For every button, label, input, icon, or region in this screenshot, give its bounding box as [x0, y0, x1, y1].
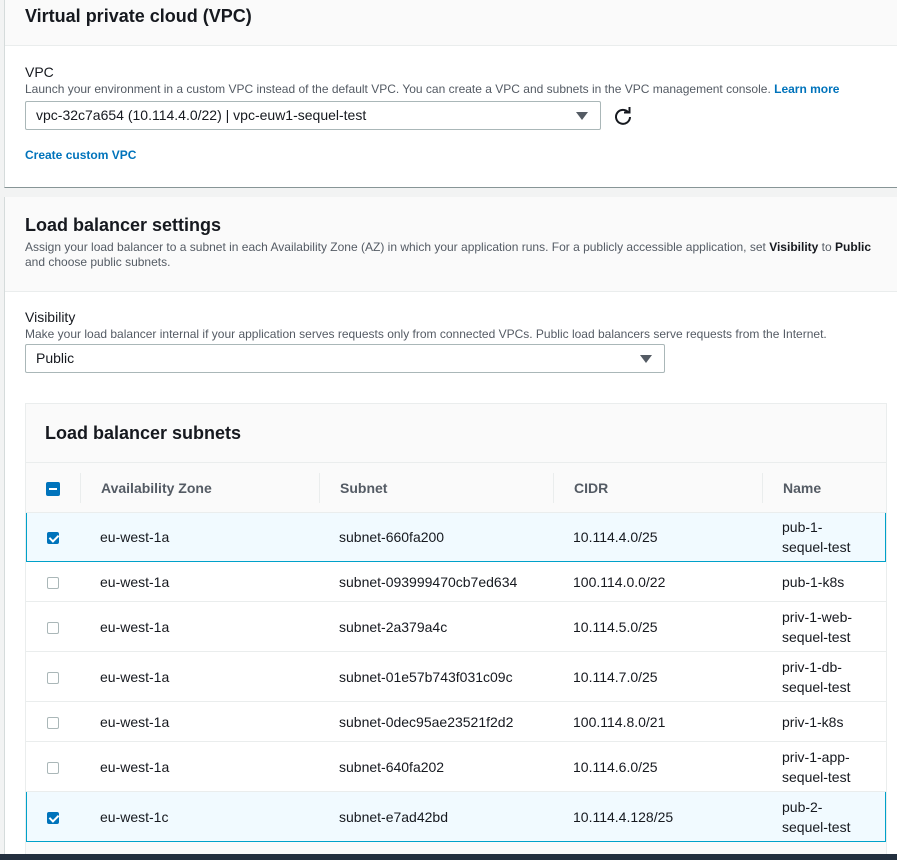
- visibility-label: Visibility: [25, 309, 76, 325]
- column-header-cidr[interactable]: CIDR: [553, 472, 762, 503]
- caret-down-icon: [576, 112, 588, 120]
- learn-more-link[interactable]: Learn more: [774, 82, 839, 96]
- vpc-panel: Virtual private cloud (VPC) VPC Launch y…: [4, 0, 897, 188]
- subnets-table: Availability Zone Subnet CIDR Name eu-we…: [26, 463, 886, 842]
- bottom-bar: [0, 854, 897, 860]
- cell-cidr: 100.114.0.0/22: [553, 561, 762, 602]
- load-balancer-header: Load balancer settings Assign your load …: [5, 197, 897, 292]
- table-row[interactable]: eu-west-1a subnet-660fa200 10.114.4.0/25 pu…: [26, 512, 886, 562]
- vpc-select-value: vpc-32c7a654 (10.114.4.0/22) | vpc-euw1-…: [36, 107, 367, 123]
- vpc-description: Launch your environment in a custom VPC …: [25, 81, 897, 97]
- cell-subnet: subnet-093999470cb7ed634: [319, 561, 553, 602]
- cell-cidr: 10.114.5.0/25: [553, 601, 762, 652]
- cell-name-line: sequel-test: [782, 539, 851, 555]
- cell-cidr: 100.114.8.0/21: [553, 701, 762, 742]
- cell-subnet: subnet-01e57b743f031c09c: [319, 651, 553, 702]
- column-header-az[interactable]: Availability Zone: [80, 472, 319, 503]
- visibility-select-value: Public: [36, 350, 75, 366]
- cell-cidr: 10.114.4.0/25: [553, 512, 762, 562]
- cell-subnet: subnet-660fa200: [319, 512, 553, 562]
- cell-availability-zone: eu-west-1c: [80, 791, 319, 842]
- visibility-description: Make your load balancer internal if your…: [25, 327, 827, 341]
- cell-name-line: sequel-test: [782, 818, 851, 835]
- subnets-header-row: Availability Zone Subnet CIDR Name: [26, 463, 886, 513]
- cell-name: pub-1- sequel-test: [762, 512, 886, 562]
- lb-desc-to: to: [821, 240, 832, 254]
- cell-subnet: subnet-e7ad42bd: [319, 791, 553, 842]
- cell-availability-zone: eu-west-1a: [80, 561, 319, 602]
- row-checkbox[interactable]: [47, 811, 59, 824]
- column-header-name[interactable]: Name: [762, 472, 886, 503]
- cell-name: priv-1-web-sequel-test: [762, 601, 886, 652]
- cell-subnet: subnet-0dec95ae23521f2d2: [319, 701, 553, 742]
- load-balancer-description: Assign your load balancer to a subnet in…: [25, 240, 882, 270]
- cell-name-line: pub-2-: [782, 798, 823, 815]
- cell-availability-zone: eu-west-1a: [80, 512, 319, 562]
- cell-name-line: pub-1-: [782, 519, 823, 535]
- row-checkbox[interactable]: [47, 761, 59, 774]
- vpc-title: Virtual private cloud (VPC): [25, 6, 252, 26]
- subnets-title: Load balancer subnets: [26, 404, 886, 463]
- refresh-icon[interactable]: [613, 106, 633, 126]
- cell-name-line: sequel-test: [782, 768, 851, 785]
- cell-availability-zone: eu-west-1a: [80, 701, 319, 742]
- caret-down-icon: [640, 355, 652, 363]
- cell-name: priv-1-app-sequel-test: [762, 741, 886, 792]
- select-all-checkbox[interactable]: [46, 481, 60, 496]
- vpc-panel-header: Virtual private cloud (VPC): [5, 0, 897, 46]
- cell-subnet: subnet-2a379a4c: [319, 601, 553, 652]
- visibility-select[interactable]: Public: [25, 344, 665, 373]
- lb-desc-post: and choose public subnets.: [25, 255, 171, 269]
- cell-name-line: sequel-test: [782, 678, 851, 695]
- row-checkbox[interactable]: [47, 576, 59, 589]
- create-custom-vpc-link[interactable]: Create custom VPC: [25, 148, 897, 162]
- table-row[interactable]: eu-west-1a subnet-01e57b743f031c09c 10.114…: [26, 651, 886, 702]
- table-row[interactable]: eu-west-1c subnet-e7ad42bd 10.114.4.128/25…: [26, 791, 886, 842]
- vpc-label: VPC: [25, 64, 54, 80]
- row-checkbox[interactable]: [47, 716, 59, 729]
- cell-availability-zone: eu-west-1a: [80, 741, 319, 792]
- lb-desc-public: Public: [835, 240, 872, 254]
- cell-cidr: 10.114.7.0/25: [553, 651, 762, 702]
- lb-desc-pre: Assign your load balancer to a subnet in…: [25, 240, 766, 254]
- vpc-description-text: Launch your environment in a custom VPC …: [25, 82, 771, 96]
- table-row[interactable]: eu-west-1a subnet-640fa202 10.114.6.0/25 pr…: [26, 741, 886, 792]
- table-row[interactable]: eu-west-1a subnet-2a379a4c 10.114.5.0/25 pr…: [26, 601, 886, 652]
- row-checkbox[interactable]: [47, 621, 59, 634]
- cell-name: priv-1-db-sequel-test: [762, 651, 886, 702]
- vpc-select[interactable]: vpc-32c7a654 (10.114.4.0/22) | vpc-euw1-…: [25, 101, 601, 130]
- cell-name: pub-1-k8s: [762, 561, 886, 602]
- cell-cidr: 10.114.4.128/25: [553, 791, 762, 842]
- column-header-subnet[interactable]: Subnet: [319, 472, 553, 503]
- load-balancer-title: Load balancer settings: [25, 215, 222, 235]
- cell-name-line: priv-1-web-: [782, 608, 853, 625]
- lb-desc-visibility: Visibility: [769, 240, 819, 254]
- cell-cidr: 10.114.6.0/25: [553, 741, 762, 792]
- cell-name-line: pub-1-k8s: [782, 573, 845, 590]
- cell-name: pub-2- sequel-test: [762, 791, 886, 842]
- load-balancer-subnets: Load balancer subnets Availability Zone …: [25, 403, 887, 860]
- cell-name: priv-1-k8s: [762, 701, 886, 742]
- cell-availability-zone: eu-west-1a: [80, 651, 319, 702]
- page: Virtual private cloud (VPC) VPC Launch y…: [0, 0, 897, 860]
- cell-availability-zone: eu-west-1a: [80, 601, 319, 652]
- cell-name-line: priv-1-db-: [782, 658, 842, 675]
- cell-name-line: priv-1-app-: [782, 748, 850, 765]
- cell-name-line: priv-1-k8s: [782, 713, 844, 730]
- table-row[interactable]: eu-west-1a subnet-0dec95ae23521f2d2 100.11…: [26, 701, 886, 742]
- cell-subnet: subnet-640fa202: [319, 741, 553, 792]
- row-checkbox[interactable]: [47, 532, 59, 545]
- table-row[interactable]: eu-west-1a subnet-093999470cb7ed634 100.11…: [26, 561, 886, 602]
- row-checkbox[interactable]: [47, 671, 59, 684]
- cell-name-line: sequel-test: [782, 628, 851, 645]
- load-balancer-panel: Load balancer settings Assign your load …: [4, 197, 897, 860]
